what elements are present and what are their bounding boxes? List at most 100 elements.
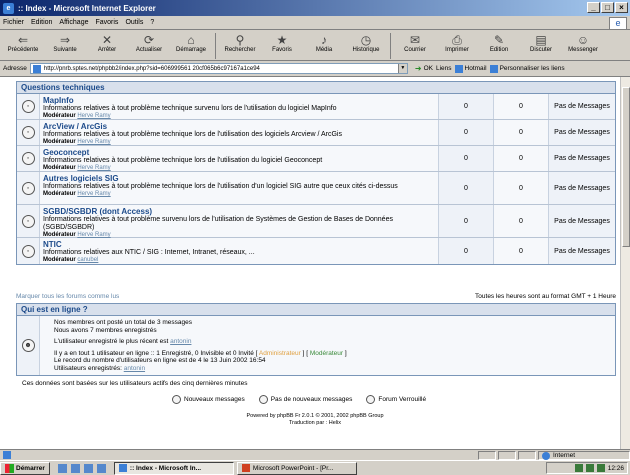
edit-icon: ✎: [493, 33, 505, 47]
taskbar: Démarrer :: Index - Microsoft In... Micr…: [0, 460, 630, 475]
start-button[interactable]: Démarrer: [0, 461, 50, 475]
forum-link[interactable]: Autres logiciels SIG: [43, 174, 435, 183]
print-button[interactable]: ⎙ Imprimer: [436, 31, 478, 53]
messenger-button[interactable]: ☺ Messenger: [562, 31, 604, 53]
refresh-button[interactable]: ⟳ Actualiser: [128, 31, 170, 53]
category-title[interactable]: Questions techniques: [17, 82, 615, 94]
moderator-link[interactable]: canubel: [77, 257, 98, 263]
posts-count: 0: [494, 120, 549, 145]
windows-logo-icon: [5, 463, 14, 473]
forum-row: ◦ Autres logiciels SIG Informations rela…: [17, 172, 615, 205]
registered-user-link[interactable]: antonin: [124, 365, 145, 372]
quick-launch-icon[interactable]: [70, 463, 80, 473]
tray-icon[interactable]: [574, 464, 583, 472]
media-button[interactable]: ♪ Média: [303, 31, 345, 53]
menu-favoris[interactable]: Favoris: [95, 19, 118, 26]
menu-help[interactable]: ?: [150, 19, 154, 26]
forum-link[interactable]: SGBD/SGBDR (dont Access): [43, 207, 435, 216]
posts-count: 0: [494, 94, 549, 119]
forward-button[interactable]: ⇒ Suivante: [44, 31, 86, 53]
newest-user-prefix: L'utilisateur enregistré le plus récent …: [54, 338, 171, 345]
window-controls: _ □ ×: [587, 2, 628, 13]
stop-button[interactable]: ✕ Arrêter: [86, 31, 128, 53]
vertical-scrollbar[interactable]: [620, 77, 630, 449]
ie-logo-icon: e: [3, 2, 14, 14]
history-button[interactable]: ◷ Historique: [345, 31, 387, 53]
address-dropdown-icon[interactable]: ▼: [397, 64, 407, 73]
search-button[interactable]: ⚲ Rechercher: [219, 31, 261, 53]
task-ie-label: :: Index - Microsoft In...: [129, 464, 202, 472]
home-label: Démarrage: [175, 47, 206, 53]
mail-button[interactable]: ✉ Courrier: [394, 31, 436, 53]
clock[interactable]: 12:26: [608, 465, 624, 472]
online-icon-cell: ☻: [17, 316, 39, 375]
address-label: Adresse: [3, 65, 27, 72]
moderator-link[interactable]: Herve Ramy: [77, 113, 110, 119]
link-hotmail[interactable]: Hotmail: [454, 64, 487, 73]
minimize-button[interactable]: _: [587, 2, 600, 13]
close-button[interactable]: ×: [615, 2, 628, 13]
forum-link[interactable]: MapInfo: [43, 96, 435, 105]
forum-link[interactable]: Geoconcept: [43, 148, 435, 157]
back-label: Précédente: [7, 47, 39, 53]
quick-launch-icon[interactable]: [96, 463, 106, 473]
online-title[interactable]: Qui est en ligne ?: [17, 304, 615, 316]
favorites-button[interactable]: ★ Favoris: [261, 31, 303, 53]
tray-icon[interactable]: [585, 464, 594, 472]
quick-launch-icon[interactable]: [57, 463, 67, 473]
menu-edition[interactable]: Edition: [31, 19, 52, 26]
tray-icon[interactable]: [596, 464, 605, 472]
zone-label: Internet: [553, 452, 576, 459]
newest-user-link[interactable]: antonin: [170, 338, 191, 345]
online-count-prefix: Il y a en tout 1 utilisateur en ligne ::…: [54, 349, 259, 357]
edit-label: Edition: [489, 47, 509, 53]
moderator-link[interactable]: Herve Ramy: [77, 139, 110, 145]
posts-count: 0: [494, 205, 549, 237]
posts-count: 0: [494, 238, 549, 264]
menu-fichier[interactable]: Fichier: [3, 19, 24, 26]
favorites-label: Favoris: [272, 47, 292, 53]
link-customize[interactable]: Personnaliser les liens: [489, 64, 565, 73]
forum-status-cell: ◦: [17, 146, 39, 171]
moderator-link[interactable]: Herve Ramy: [77, 191, 110, 197]
mark-all-read-link[interactable]: Marquer tous les forums comme lus: [16, 293, 119, 300]
total-posts-text: Nos membres ont posté un total de 3 mess…: [54, 319, 193, 326]
mail-icon: ✉: [409, 33, 421, 47]
task-ie[interactable]: :: Index - Microsoft In...: [113, 461, 234, 475]
address-input[interactable]: http://pnrb.sptes.net/phpbb2/index.php?s…: [29, 63, 408, 74]
forum-link[interactable]: ArcView / ArcGis: [43, 122, 435, 131]
back-button[interactable]: ⇐ Précédente: [2, 31, 44, 53]
edit-button[interactable]: ✎ Edition: [478, 31, 520, 53]
maximize-button[interactable]: □: [601, 2, 614, 13]
go-button[interactable]: ➜ OK: [415, 64, 433, 73]
posts-count: 0: [494, 146, 549, 171]
status-panes: Internet: [476, 451, 630, 460]
no-new-posts-icon: ◦: [21, 214, 35, 228]
admin-legend: Administrateur: [258, 349, 301, 357]
powered-line: Powered by phpBB Fr 2.0.1 © 2001, 2002 p…: [246, 413, 384, 419]
menu-bar: Fichier Edition Affichage Favoris Outils…: [0, 16, 630, 30]
legend-no-new: Pas de nouveaux messages: [258, 395, 352, 404]
last-post: Pas de Messages: [554, 155, 610, 162]
new-posts-icon: [172, 395, 181, 404]
ie-icon: [118, 464, 127, 472]
discuss-button[interactable]: ▤ Discuter: [520, 31, 562, 53]
address-url: http://pnrb.sptes.net/phpbb2/index.php?s…: [43, 65, 260, 72]
menu-affichage[interactable]: Affichage: [59, 19, 88, 26]
links-label[interactable]: Liens: [436, 65, 452, 72]
task-powerpoint[interactable]: Microsoft PowerPoint - [Pr...: [236, 461, 357, 475]
registered-users-text: Utilisateurs enregistrés: antonin: [54, 365, 611, 373]
forum-description: Informations relatives à tout problème t…: [43, 157, 323, 164]
home-button[interactable]: ⌂ Démarrage: [170, 31, 212, 53]
moderator-link[interactable]: Herve Ramy: [77, 165, 110, 171]
scrollbar-thumb[interactable]: [622, 87, 630, 247]
quick-launch-icon[interactable]: [83, 463, 93, 473]
menu-outils[interactable]: Outils: [125, 19, 143, 26]
who-is-online: Qui est en ligne ? ☻ Nos membres ont pos…: [16, 303, 616, 376]
record-text: Le record du nombre d'utilisateurs en li…: [54, 357, 266, 364]
toolbar-separator: [390, 33, 391, 59]
topics-count: 0: [439, 238, 494, 264]
members-count-text: Nous avons 7 membres enregistrés: [54, 326, 157, 334]
forum-link[interactable]: NTIC: [43, 240, 435, 249]
powered-by: Powered by phpBB Fr 2.0.1 © 2001, 2002 p…: [0, 413, 630, 427]
